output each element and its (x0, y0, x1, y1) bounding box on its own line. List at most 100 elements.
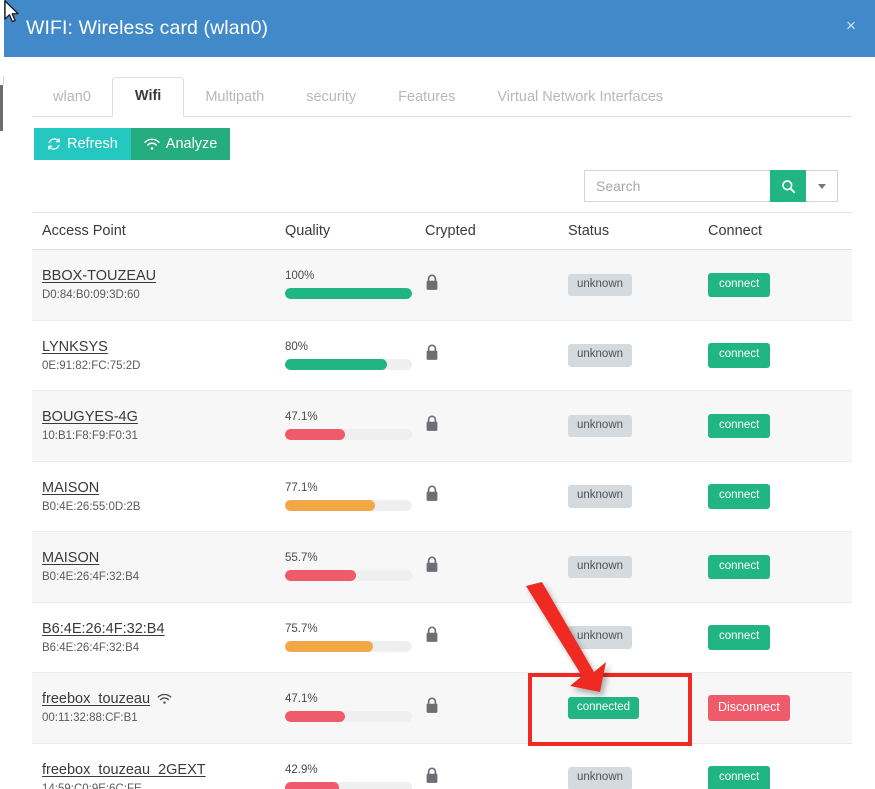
cell-access-point: freebox_touzeau_2GEXT 14:59:C0:9E:6C:FE (32, 762, 285, 789)
search-group (584, 170, 838, 202)
cell-status: unknown (568, 626, 708, 649)
cell-access-point: BBOX-TOUZEAU D0:84:B0:09:3D:60 (32, 268, 285, 301)
ap-ssid-link[interactable]: freebox_touzeau (42, 691, 150, 707)
action-toolbar: Refresh Analyze (34, 128, 230, 160)
lock-icon (425, 767, 439, 784)
cell-status: unknown (568, 767, 708, 789)
cell-status: unknown (568, 415, 708, 438)
tab-features[interactable]: Features (377, 79, 476, 116)
refresh-button[interactable]: Refresh (34, 128, 131, 160)
cell-crypted (425, 274, 568, 296)
quality-progress-bar (285, 570, 412, 581)
connect-button[interactable]: connect (708, 343, 770, 368)
close-button[interactable]: × (839, 14, 863, 38)
cell-connect: connect (708, 625, 842, 650)
ap-name-line: LYNKSYS (42, 339, 285, 355)
ap-mac-address: 00:11:32:88:CF:B1 (42, 712, 285, 724)
cell-crypted (425, 556, 568, 578)
lock-icon (425, 697, 439, 714)
quality-percent-label: 100% (285, 270, 425, 282)
search-icon (781, 179, 796, 194)
window-left-edge (0, 85, 3, 131)
connect-button[interactable]: connect (708, 273, 770, 298)
cell-quality: 55.7% (285, 552, 425, 581)
column-header-connect[interactable]: Connect (708, 223, 842, 239)
ap-mac-address: 10:B1:F8:F9:F0:31 (42, 430, 285, 442)
quality-progress-fill (285, 500, 375, 511)
ap-name-line: MAISON (42, 480, 285, 496)
quality-progress-fill (285, 429, 345, 440)
tab-security[interactable]: security (285, 79, 377, 116)
column-header-access-point[interactable]: Access Point (32, 223, 285, 239)
cell-crypted (425, 485, 568, 507)
ap-ssid-link[interactable]: LYNKSYS (42, 339, 108, 355)
ap-ssid-link[interactable]: MAISON (42, 550, 99, 566)
cell-connect: connect (708, 414, 842, 439)
search-options-button[interactable] (806, 170, 838, 202)
cell-quality: 47.1% (285, 693, 425, 722)
cell-access-point: MAISON B0:4E:26:55:0D:2B (32, 480, 285, 513)
quality-progress-bar (285, 288, 412, 299)
status-badge: connected (568, 697, 639, 720)
cell-quality: 42.9% (285, 764, 425, 789)
ap-name-line: freebox_touzeau_2GEXT (42, 762, 285, 778)
tab-wifi[interactable]: Wifi (112, 77, 184, 117)
tab-wlan0[interactable]: wlan0 (32, 79, 112, 116)
quality-progress-fill (285, 782, 339, 789)
quality-progress-bar (285, 711, 412, 722)
ap-ssid-link[interactable]: BBOX-TOUZEAU (42, 268, 156, 284)
lock-icon (425, 344, 439, 361)
column-header-status[interactable]: Status (568, 223, 708, 239)
cell-connect: Disconnect (708, 695, 842, 721)
table-row: B6:4E:26:4F:32:B4B6:4E:26:4F:32:B475.7%u… (32, 603, 852, 674)
table-row: freebox_touzeau_2GEXT 14:59:C0:9E:6C:FE 42… (32, 744, 852, 789)
quality-percent-label: 75.7% (285, 623, 425, 635)
wifi-icon (144, 138, 160, 151)
search-button[interactable] (770, 170, 806, 202)
table-row: freebox_touzeau 00:11:32:88:CF:B147.1% con… (32, 673, 852, 744)
connect-button[interactable]: connect (708, 414, 770, 439)
table-row: MAISONB0:4E:26:55:0D:2B77.1%unknownconne… (32, 462, 852, 533)
ap-mac-address: B0:4E:26:4F:32:B4 (42, 571, 285, 583)
ap-ssid-link[interactable]: freebox_touzeau_2GEXT (42, 762, 206, 778)
ap-mac-address: 14:59:C0:9E:6C:FE (42, 783, 285, 789)
cell-access-point: freebox_touzeau 00:11:32:88:CF:B1 (32, 691, 285, 724)
cell-crypted (425, 767, 568, 789)
ap-ssid-link[interactable]: B6:4E:26:4F:32:B4 (42, 621, 165, 637)
table-row: MAISONB0:4E:26:4F:32:B455.7%unknownconne… (32, 532, 852, 603)
cell-connect: connect (708, 555, 842, 580)
dialog-header: WIFI: Wireless card (wlan0) × (4, 0, 875, 57)
cell-connect: connect (708, 273, 842, 298)
lock-icon (425, 556, 439, 573)
cell-connect: connect (708, 343, 842, 368)
cell-quality: 100% (285, 270, 425, 299)
cell-access-point: BOUGYES-4G 10:B1:F8:F9:F0:31 (32, 409, 285, 442)
refresh-icon (47, 137, 61, 151)
connect-button[interactable]: connect (708, 484, 770, 509)
quality-progress-bar (285, 359, 412, 370)
table-body: BBOX-TOUZEAU D0:84:B0:09:3D:60100% unknown… (32, 250, 852, 789)
quality-percent-label: 42.9% (285, 764, 425, 776)
ap-ssid-link[interactable]: MAISON (42, 480, 99, 496)
analyze-button[interactable]: Analyze (131, 128, 231, 160)
lock-icon (425, 485, 439, 502)
column-header-quality[interactable]: Quality (285, 223, 425, 239)
lock-icon (425, 274, 439, 291)
ap-mac-address: D0:84:B0:09:3D:60 (42, 289, 285, 301)
connect-button[interactable]: connect (708, 766, 770, 789)
lock-icon (425, 415, 439, 432)
search-input[interactable] (584, 170, 770, 202)
tab-virtual-network-interfaces[interactable]: Virtual Network Interfaces (476, 79, 684, 116)
connect-button[interactable]: connect (708, 555, 770, 580)
tab-multipath[interactable]: Multipath (184, 79, 285, 116)
ap-name-line: B6:4E:26:4F:32:B4 (42, 621, 285, 637)
column-header-crypted[interactable]: Crypted (425, 223, 568, 239)
status-badge: unknown (568, 485, 632, 508)
connect-button[interactable]: connect (708, 625, 770, 650)
quality-percent-label: 47.1% (285, 693, 425, 705)
quality-progress-bar (285, 429, 412, 440)
quality-progress-bar (285, 782, 412, 789)
disconnect-button[interactable]: Disconnect (708, 695, 790, 721)
ap-mac-address: B0:4E:26:55:0D:2B (42, 501, 285, 513)
ap-ssid-link[interactable]: BOUGYES-4G (42, 409, 138, 425)
